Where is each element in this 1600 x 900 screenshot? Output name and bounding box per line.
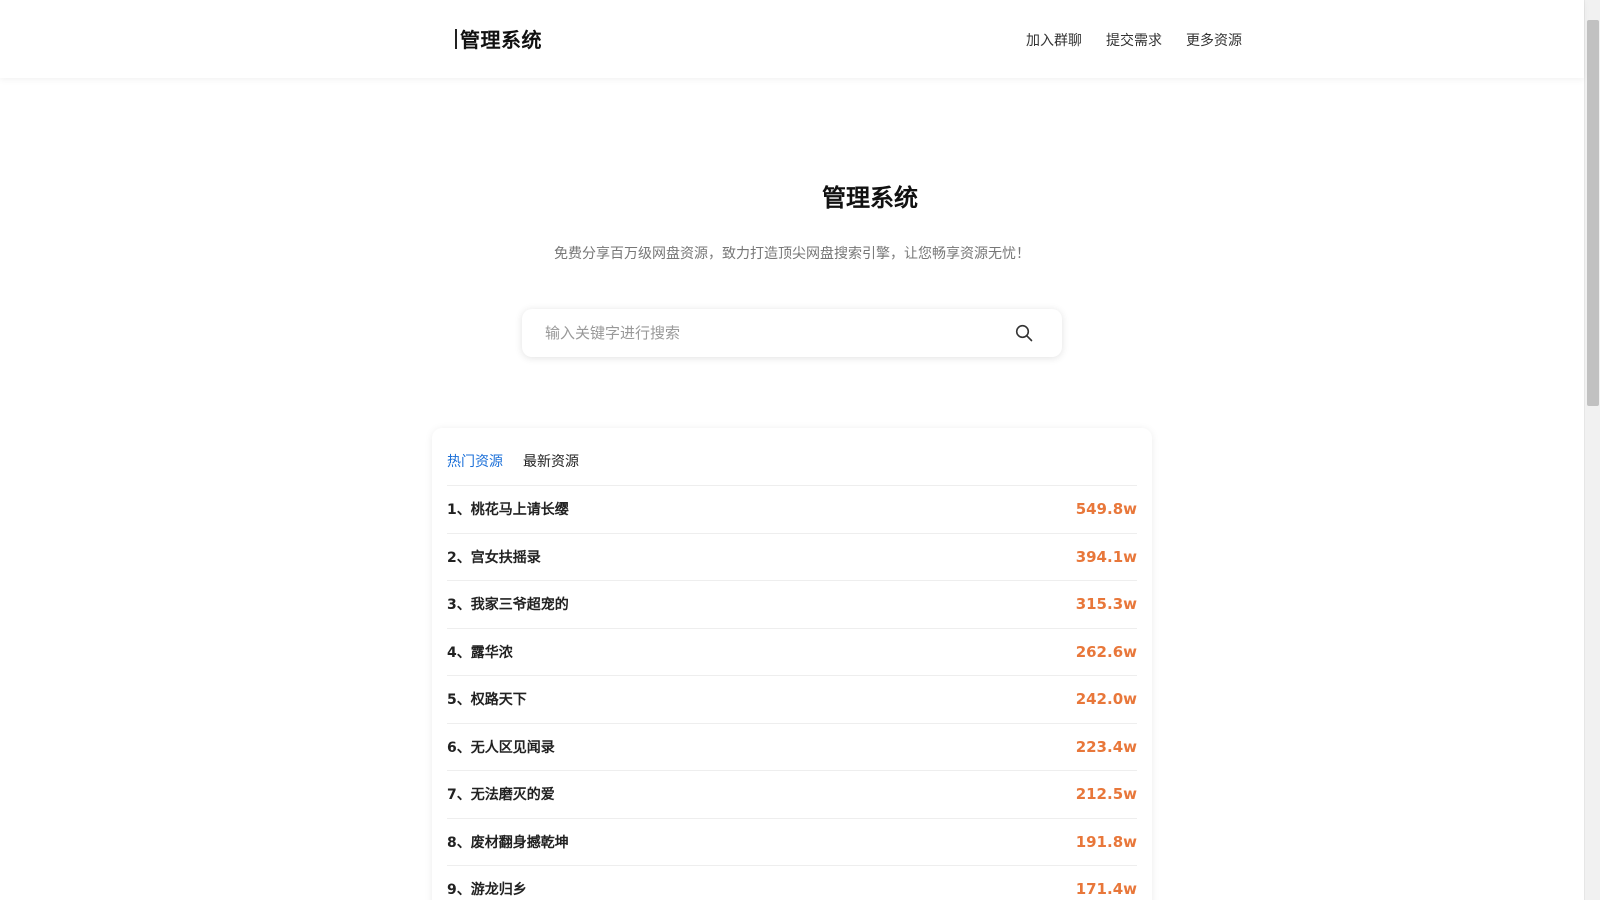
list-item-title: 5、权路天下 — [447, 692, 527, 709]
search-icon — [1015, 324, 1033, 342]
page-scrollbar[interactable] — [1584, 0, 1600, 900]
brand-title: 管理系统 — [460, 28, 542, 52]
nav-join-group[interactable]: 加入群聊 — [1026, 30, 1082, 50]
page: 管理系统 加入群聊 提交需求 更多资源 管理系统 免费分享百万级网盘资源，致力打… — [0, 0, 1600, 900]
list-item-title: 9、游龙归乡 — [447, 882, 527, 899]
search-button[interactable] — [1004, 313, 1044, 353]
list-item-title: 8、废材翻身撼乾坤 — [447, 834, 569, 851]
nav-submit-request[interactable]: 提交需求 — [1106, 30, 1162, 50]
list-item-title: 4、露华浓 — [447, 644, 513, 661]
nav-more-resources[interactable]: 更多资源 — [1186, 30, 1242, 50]
list-item-count: 394.1w — [1075, 547, 1137, 566]
tab-latest-resources[interactable]: 最新资源 — [523, 451, 579, 471]
top-header: 管理系统 加入群聊 提交需求 更多资源 — [0, 0, 1584, 78]
resource-tabs: 热门资源 最新资源 — [447, 451, 579, 471]
list-item-count: 171.4w — [1075, 880, 1137, 899]
hero-subtitle: 免费分享百万级网盘资源，致力打造顶尖网盘搜索引擎，让您畅享资源无忧！ — [554, 246, 1030, 262]
list-item[interactable]: 1、桃花马上请长缨 549.8w — [447, 486, 1137, 534]
list-item-count: 549.8w — [1075, 500, 1137, 519]
hot-resource-list: 1、桃花马上请长缨 549.8w 2、宫女扶摇录 394.1w 3、我家三爷超宠… — [447, 486, 1137, 900]
list-item[interactable]: 6、无人区见闻录 223.4w — [447, 724, 1137, 771]
list-item[interactable]: 4、露华浓 262.6w — [447, 629, 1137, 676]
top-nav: 加入群聊 提交需求 更多资源 — [1026, 30, 1242, 50]
list-item[interactable]: 7、无法磨灭的爱 212.5w — [447, 771, 1137, 819]
tab-hot-resources[interactable]: 热门资源 — [447, 451, 503, 471]
list-item[interactable]: 3、我家三爷超宠的 315.3w — [447, 581, 1137, 629]
list-item-title: 1、桃花马上请长缨 — [447, 502, 569, 519]
brand-mark-icon — [455, 28, 457, 49]
list-item-count: 262.6w — [1075, 642, 1137, 661]
list-item-count: 223.4w — [1075, 737, 1137, 756]
list-item-count: 315.3w — [1075, 595, 1137, 614]
list-item-title: 6、无人区见闻录 — [447, 739, 555, 756]
scrollbar-thumb[interactable] — [1587, 20, 1599, 406]
brand-logo[interactable]: 管理系统 — [455, 24, 542, 53]
list-item-title: 7、无法磨灭的爱 — [447, 787, 555, 804]
resource-panel: 热门资源 最新资源 1、桃花马上请长缨 549.8w 2、宫女扶摇录 394.1… — [432, 428, 1152, 900]
search-input[interactable] — [522, 323, 1004, 343]
search-box — [522, 309, 1062, 357]
list-item-count: 191.8w — [1075, 832, 1137, 851]
list-item-title: 3、我家三爷超宠的 — [447, 597, 569, 614]
list-item-count: 212.5w — [1075, 785, 1137, 804]
list-item[interactable]: 9、游龙归乡 171.4w — [447, 866, 1137, 900]
hero-title: 管理系统 — [822, 184, 918, 212]
list-item[interactable]: 2、宫女扶摇录 394.1w — [447, 534, 1137, 581]
list-item[interactable]: 8、废材翻身撼乾坤 191.8w — [447, 819, 1137, 866]
list-item[interactable]: 5、权路天下 242.0w — [447, 676, 1137, 724]
list-item-title: 2、宫女扶摇录 — [447, 549, 541, 566]
list-item-count: 242.0w — [1075, 690, 1137, 709]
